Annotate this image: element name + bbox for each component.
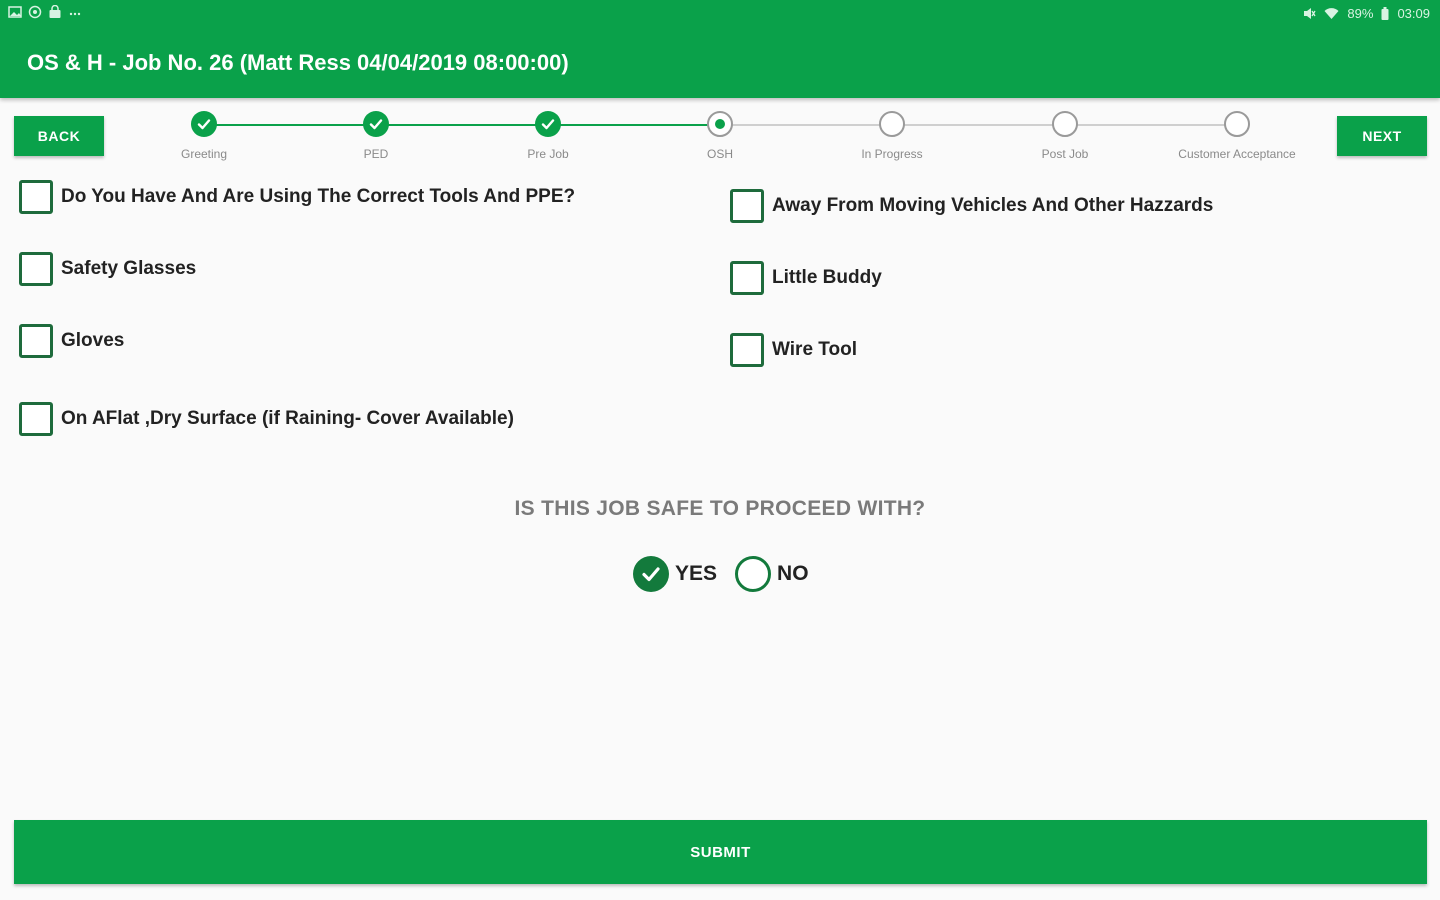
radio-yes[interactable]: YES <box>633 556 717 592</box>
checkbox[interactable] <box>19 324 53 358</box>
battery-icon <box>1381 7 1389 20</box>
radio-yes-label: YES <box>675 562 718 585</box>
radio-no-label: NO <box>777 562 809 585</box>
empty-circle-icon[interactable] <box>735 556 772 592</box>
page-title: OS & H - Job No. 26 (Matt Ress 04/04/201… <box>27 50 569 75</box>
safety-question: IS THIS JOB SAFE TO PROCEED WITH? <box>514 497 926 520</box>
checkbox-label: Little Buddy <box>772 267 882 288</box>
checkbox-label: On AFlat ,Dry Surface (if Raining- Cover… <box>61 408 514 429</box>
checkbox-label: Gloves <box>61 330 125 351</box>
checkbox-label: Away From Moving Vehicles And Other Hazz… <box>772 195 1214 216</box>
checkbox[interactable] <box>730 333 764 367</box>
submit-button[interactable]: SUBMIT <box>14 820 1427 884</box>
step-post-job[interactable]: Post Job <box>995 110 1135 161</box>
status-bar-left <box>8 5 82 19</box>
step-osh[interactable]: OSH <box>650 110 790 161</box>
pending-step-icon <box>879 111 905 137</box>
safety-radio-group: YES NO <box>633 556 827 592</box>
check-icon <box>363 111 389 137</box>
clock: 03:09 <box>1397 6 1430 21</box>
step-label: Customer Acceptance <box>1178 147 1296 161</box>
radio-no[interactable]: NO <box>735 556 809 592</box>
settings-icon <box>28 5 42 19</box>
battery-percent: 89% <box>1347 6 1374 21</box>
checkbox-wire-tool[interactable]: Wire Tool <box>730 333 857 367</box>
pending-step-icon <box>1224 111 1250 137</box>
checkbox-safety-glasses[interactable]: Safety Glasses <box>19 252 196 286</box>
step-label: OSH <box>706 147 733 161</box>
image-icon <box>8 6 22 18</box>
step-label: PED <box>363 147 389 161</box>
status-bar: 89% 03:09 <box>0 0 1440 28</box>
wifi-icon <box>1324 8 1339 19</box>
checkbox[interactable] <box>19 402 53 436</box>
mute-icon <box>1304 8 1316 19</box>
check-circle-icon[interactable] <box>633 556 669 592</box>
checkbox[interactable] <box>730 189 764 223</box>
current-step-icon <box>707 111 733 137</box>
step-in-progress[interactable]: In Progress <box>822 110 962 161</box>
pending-step-icon <box>1052 111 1078 137</box>
checkbox-flat-dry-surface[interactable]: On AFlat ,Dry Surface (if Raining- Cover… <box>19 402 514 436</box>
shopping-bag-icon <box>49 5 61 18</box>
step-customer-acceptance[interactable]: Customer Acceptance <box>1167 110 1307 161</box>
checkbox-gloves[interactable]: Gloves <box>19 324 124 358</box>
status-bar-right: 89% 03:09 <box>1303 6 1430 21</box>
check-icon <box>191 111 217 137</box>
checkbox[interactable] <box>19 180 53 214</box>
checkbox-correct-tools-ppe[interactable]: Do You Have And Are Using The Correct To… <box>19 180 575 214</box>
checkbox-away-from-vehicles[interactable]: Away From Moving Vehicles And Other Hazz… <box>730 189 1213 223</box>
step-label: Greeting <box>180 147 228 161</box>
step-label: In Progress <box>861 147 923 161</box>
check-icon <box>535 111 561 137</box>
checkbox-label: Safety Glasses <box>61 258 197 279</box>
checkbox[interactable] <box>730 261 764 295</box>
step-ped[interactable]: PED <box>306 110 446 161</box>
more-icon <box>69 12 81 16</box>
step-label: Post Job <box>1041 147 1089 161</box>
checkbox-label: Wire Tool <box>772 339 857 360</box>
app-bar: 89% 03:09 OS & H - Job No. 26 (Matt Ress… <box>0 0 1440 98</box>
checkbox-little-buddy[interactable]: Little Buddy <box>730 261 882 295</box>
step-label: Pre Job <box>527 147 569 161</box>
progress-stepper: Greeting PED Pre Job OSH In Progress Pos… <box>0 110 1440 170</box>
step-pre-job[interactable]: Pre Job <box>478 110 618 161</box>
checkbox[interactable] <box>19 252 53 286</box>
checkbox-label: Do You Have And Are Using The Correct To… <box>61 186 576 207</box>
step-greeting[interactable]: Greeting <box>134 110 274 161</box>
